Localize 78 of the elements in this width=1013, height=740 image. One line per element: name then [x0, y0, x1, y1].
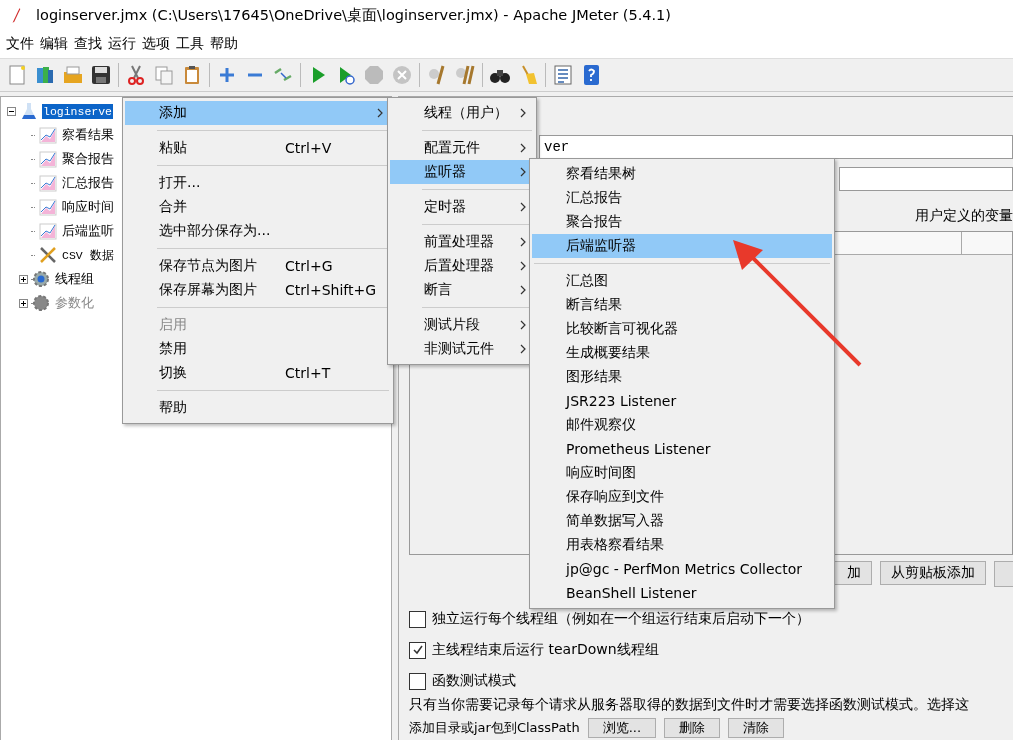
menu-item[interactable]: 选项 [142, 35, 170, 53]
checkbox[interactable] [409, 672, 426, 690]
option-label: 独立运行每个线程组（例如在一个组运行结束后启动下一个） [432, 610, 810, 628]
menu-item[interactable]: 编辑 [40, 35, 68, 53]
chart-icon [39, 174, 57, 192]
menu-item[interactable]: 打开... [125, 171, 391, 195]
menu-item[interactable]: 工具 [176, 35, 204, 53]
menu-item[interactable]: 运行 [108, 35, 136, 53]
option-label: 函数测试模式 [432, 672, 516, 690]
tree-item[interactable]: 聚合报告 [61, 149, 115, 169]
chart-icon [39, 198, 57, 216]
menu-item[interactable]: 保存节点为图片 Ctrl+G [125, 254, 391, 278]
menu-item[interactable]: 文件 [6, 35, 34, 53]
table-button[interactable]: 从剪贴板添加 [880, 561, 986, 585]
list-icon[interactable] [552, 64, 574, 86]
tree-item[interactable]: 响应时间 [61, 197, 115, 217]
menu-item[interactable]: 切换 Ctrl+T [125, 361, 391, 385]
menu-item[interactable]: 聚合报告 [532, 210, 832, 234]
menu-item[interactable]: 禁用 [125, 337, 391, 361]
menu-item[interactable]: 邮件观察仪 [532, 413, 832, 437]
templates-icon[interactable] [34, 64, 56, 86]
scissors-icon[interactable] [125, 64, 147, 86]
menu-item[interactable]: Prometheus Listener [532, 437, 832, 461]
tree-item[interactable]: 后端监听 [61, 221, 115, 241]
menu-item[interactable]: 合并 [125, 195, 391, 219]
comment-field[interactable] [839, 167, 1013, 191]
gear-icon [32, 270, 50, 288]
menu-item[interactable]: 后端监听器 [532, 234, 832, 258]
menu-item[interactable]: 保存响应到文件 [532, 485, 832, 509]
menu-item[interactable]: 保存屏幕为图片 Ctrl+Shift+G [125, 278, 391, 302]
menu-item[interactable]: JSR223 Listener [532, 389, 832, 413]
new-file-icon[interactable] [6, 64, 28, 86]
menu-item[interactable]: 断言结果 [532, 293, 832, 317]
menu-item[interactable]: 察看结果树 [532, 162, 832, 186]
expand-icon[interactable] [19, 274, 28, 284]
menu-item[interactable]: 汇总报告 [532, 186, 832, 210]
copy-icon[interactable] [153, 64, 175, 86]
gear-icon [32, 294, 50, 312]
open-folder-icon[interactable] [62, 64, 84, 86]
menu-item[interactable]: 查找 [74, 35, 102, 53]
feather-icon [10, 6, 22, 24]
checkbox[interactable] [409, 641, 426, 659]
menu-item[interactable]: 生成概要结果 [532, 341, 832, 365]
flask-icon [20, 102, 38, 120]
menu-item[interactable]: 响应时间图 [532, 461, 832, 485]
classpath-button[interactable]: 浏览... [587, 718, 657, 738]
menu-item[interactable]: 配置元件 [390, 136, 534, 160]
checkbox[interactable] [409, 610, 426, 628]
menu-item[interactable]: 选中部分保存为... [125, 219, 391, 243]
tree-item[interactable]: loginserve [42, 103, 113, 119]
section-label: 用户定义的变量 [915, 207, 1013, 225]
menu-item[interactable]: 帮助 [210, 35, 238, 53]
tree-item[interactable]: 线程组 [54, 269, 95, 289]
tools-icon [39, 246, 57, 264]
option-label: 主线程结束后运行 tearDown线程组 [432, 641, 659, 659]
menu-item[interactable]: 简单数据写入器 [532, 509, 832, 533]
tree-item[interactable]: CSV 数据 [61, 246, 115, 264]
chart-icon [39, 126, 57, 144]
chart-icon [39, 222, 57, 240]
classpath-button[interactable]: 删除 [664, 718, 721, 738]
menu-item[interactable]: 比较断言可视化器 [532, 317, 832, 341]
tree-item[interactable]: 汇总报告 [61, 173, 115, 193]
help-text: 只有当你需要记录每个请求从服务器取得的数据到文件时才需要选择函数测试模式。选择这 [409, 696, 970, 714]
menu-item[interactable]: 汇总图 [532, 269, 832, 293]
menu-item[interactable]: 用表格察看结果 [532, 533, 832, 557]
menu-item[interactable]: 线程（用户） [390, 101, 534, 125]
save-icon[interactable] [90, 64, 112, 86]
classpath-button[interactable]: 清除 [728, 718, 785, 738]
menu-item[interactable]: 粘贴 Ctrl+V [125, 136, 391, 160]
name-field[interactable]: ver [539, 135, 1013, 159]
menu-item[interactable]: 图形结果 [532, 365, 832, 389]
menu-item[interactable]: 定时器 [390, 195, 534, 219]
classpath-label: 添加目录或jar包到ClassPath [409, 719, 580, 737]
collapse-icon[interactable] [7, 106, 16, 116]
menu-item[interactable]: 帮助 [125, 396, 391, 420]
window-title: loginserver.jmx (C:\Users\17645\OneDrive\桌面\loginserver.jmx) - Apache JMeter (5.4.1) [36, 5, 671, 25]
chart-icon [39, 150, 57, 168]
tree-item[interactable]: 察看结果 [61, 125, 115, 145]
